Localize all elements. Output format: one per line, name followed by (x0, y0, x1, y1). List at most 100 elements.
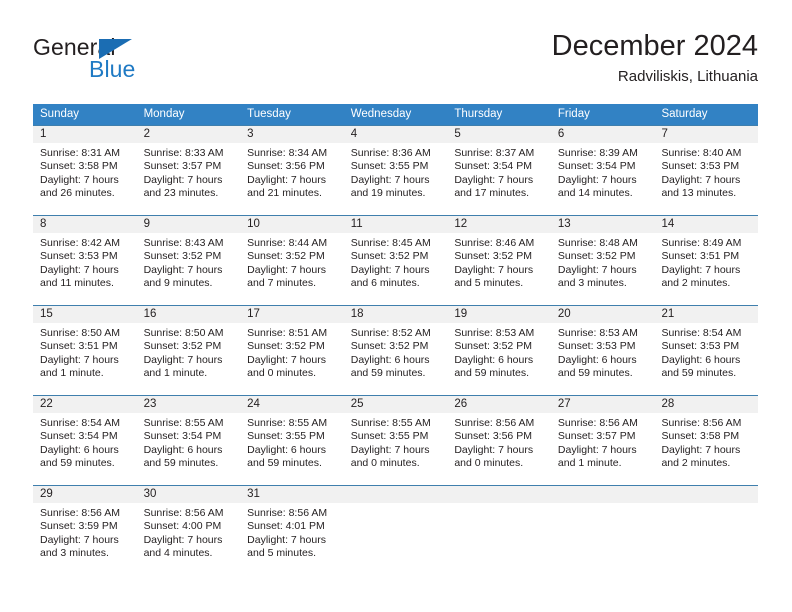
day-number[interactable]: 8 (33, 216, 137, 233)
day-number[interactable]: 23 (137, 396, 241, 413)
day-number[interactable]: 9 (137, 216, 241, 233)
day-number[interactable]: 18 (344, 306, 448, 323)
day-number[interactable]: 28 (654, 396, 758, 413)
weekday-header-saturday: Saturday (661, 108, 708, 120)
day-cell[interactable]: Sunrise: 8:50 AM Sunset: 3:52 PM Dayligh… (137, 323, 241, 395)
day-cell[interactable]: Sunrise: 8:42 AM Sunset: 3:53 PM Dayligh… (33, 233, 137, 305)
day-cell[interactable]: Sunrise: 8:44 AM Sunset: 3:52 PM Dayligh… (240, 233, 344, 305)
day-cell[interactable]: Sunrise: 8:55 AM Sunset: 3:55 PM Dayligh… (344, 413, 448, 485)
day-number[interactable]: 24 (240, 396, 344, 413)
sunset-text: Sunset: 3:52 PM (454, 340, 532, 353)
day-number[interactable]: 4 (344, 126, 448, 143)
day-cell[interactable]: Sunrise: 8:56 AM Sunset: 4:00 PM Dayligh… (137, 503, 241, 575)
sunset-text: Sunset: 3:52 PM (247, 250, 325, 263)
sunset-text: Sunset: 3:52 PM (143, 340, 222, 353)
day-number[interactable]: 20 (551, 306, 655, 323)
day-number[interactable]: 26 (447, 396, 551, 413)
daylight-text-line2: and 1 minute. (143, 366, 208, 379)
daylight-text-line1: Daylight: 6 hours (247, 443, 326, 456)
day-cell[interactable]: Sunrise: 8:56 AM Sunset: 4:01 PM Dayligh… (240, 503, 344, 575)
sunset-text: Sunset: 3:51 PM (40, 340, 118, 353)
daylight-text-line1: Daylight: 7 hours (247, 533, 326, 546)
day-cell[interactable]: Sunrise: 8:54 AM Sunset: 3:53 PM Dayligh… (654, 323, 758, 395)
calendar-page: General Blue December 2024 Radviliskis, … (0, 0, 792, 612)
day-cell[interactable]: Sunrise: 8:51 AM Sunset: 3:52 PM Dayligh… (240, 323, 344, 395)
day-number[interactable]: 1 (33, 126, 137, 143)
sunset-text: Sunset: 3:53 PM (557, 340, 636, 353)
day-number[interactable]: 15 (33, 306, 137, 323)
day-cell[interactable]: Sunrise: 8:56 AM Sunset: 3:58 PM Dayligh… (654, 413, 758, 485)
day-cell[interactable]: Sunrise: 8:56 AM Sunset: 3:57 PM Dayligh… (551, 413, 655, 485)
day-cell[interactable]: Sunrise: 8:54 AM Sunset: 3:54 PM Dayligh… (33, 413, 137, 485)
day-number[interactable]: 31 (240, 486, 344, 503)
day-number[interactable]: 30 (137, 486, 241, 503)
daylight-text-line2: and 1 minute. (40, 366, 104, 379)
day-number[interactable]: 27 (551, 396, 655, 413)
sunset-text: Sunset: 3:58 PM (40, 160, 118, 173)
daylight-text-line2: and 59 minutes. (557, 366, 633, 379)
day-number[interactable]: 7 (654, 126, 758, 143)
sunset-text: Sunset: 3:53 PM (40, 250, 118, 263)
daylight-text-line1: Daylight: 6 hours (557, 353, 637, 366)
sunset-text: Sunset: 3:52 PM (350, 250, 429, 263)
day-number[interactable]: 13 (551, 216, 655, 233)
day-cell[interactable]: Sunrise: 8:46 AM Sunset: 3:52 PM Dayligh… (447, 233, 551, 305)
day-number[interactable]: 21 (654, 306, 758, 323)
sunset-text: Sunset: 3:55 PM (350, 430, 429, 443)
sunrise-text: Sunrise: 8:51 AM (247, 327, 328, 339)
day-number[interactable]: 22 (33, 396, 137, 413)
day-cell[interactable]: Sunrise: 8:55 AM Sunset: 3:54 PM Dayligh… (137, 413, 241, 485)
day-number-strip: 8 9 10 11 12 13 14 (33, 216, 758, 233)
day-number[interactable]: 16 (137, 306, 241, 323)
day-cell[interactable]: Sunrise: 8:56 AM Sunset: 3:56 PM Dayligh… (447, 413, 551, 485)
day-cell[interactable]: Sunrise: 8:45 AM Sunset: 3:52 PM Dayligh… (344, 233, 448, 305)
day-cell[interactable]: Sunrise: 8:31 AM Sunset: 3:58 PM Dayligh… (33, 143, 137, 215)
sunrise-text: Sunrise: 8:42 AM (40, 237, 120, 249)
sunrise-text: Sunrise: 8:46 AM (454, 237, 535, 249)
sunrise-text: Sunrise: 8:55 AM (143, 417, 224, 429)
sunset-text: Sunset: 3:55 PM (350, 160, 429, 173)
weekday-header-row: Sunday Monday Tuesday Wednesday Thursday… (33, 104, 758, 125)
day-cell[interactable]: Sunrise: 8:34 AM Sunset: 3:56 PM Dayligh… (240, 143, 344, 215)
day-cell[interactable]: Sunrise: 8:50 AM Sunset: 3:51 PM Dayligh… (33, 323, 137, 395)
day-cell[interactable]: Sunrise: 8:37 AM Sunset: 3:54 PM Dayligh… (447, 143, 551, 215)
day-cell[interactable]: Sunrise: 8:48 AM Sunset: 3:52 PM Dayligh… (551, 233, 655, 305)
day-number[interactable]: 6 (551, 126, 655, 143)
day-cell[interactable]: Sunrise: 8:40 AM Sunset: 3:53 PM Dayligh… (654, 143, 758, 215)
sunrise-text: Sunrise: 8:34 AM (247, 147, 328, 159)
daylight-text-line1: Daylight: 7 hours (247, 353, 326, 366)
day-number[interactable]: 10 (240, 216, 344, 233)
sunset-text: Sunset: 3:54 PM (143, 430, 222, 443)
daylight-text-line1: Daylight: 7 hours (247, 173, 326, 186)
sunrise-text: Sunrise: 8:43 AM (143, 237, 224, 249)
sunset-text: Sunset: 3:56 PM (454, 430, 532, 443)
daylight-text-line1: Daylight: 7 hours (40, 533, 119, 546)
day-cell[interactable]: Sunrise: 8:36 AM Sunset: 3:55 PM Dayligh… (344, 143, 448, 215)
day-cell[interactable]: Sunrise: 8:53 AM Sunset: 3:53 PM Dayligh… (551, 323, 655, 395)
day-number[interactable]: 12 (447, 216, 551, 233)
day-cell[interactable]: Sunrise: 8:56 AM Sunset: 3:59 PM Dayligh… (33, 503, 137, 575)
general-blue-logo[interactable]: General Blue (33, 34, 253, 92)
day-number[interactable]: 14 (654, 216, 758, 233)
day-cell[interactable]: Sunrise: 8:39 AM Sunset: 3:54 PM Dayligh… (551, 143, 655, 215)
day-number[interactable]: 19 (447, 306, 551, 323)
sunset-text: Sunset: 4:01 PM (247, 520, 325, 533)
day-number[interactable]: 17 (240, 306, 344, 323)
sunset-text: Sunset: 3:51 PM (661, 250, 740, 263)
day-cell[interactable]: Sunrise: 8:33 AM Sunset: 3:57 PM Dayligh… (137, 143, 241, 215)
day-number[interactable]: 25 (344, 396, 448, 413)
day-number[interactable]: 3 (240, 126, 344, 143)
day-cell[interactable]: Sunrise: 8:43 AM Sunset: 3:52 PM Dayligh… (137, 233, 241, 305)
page-title: December 2024 (551, 30, 758, 62)
sunset-text: Sunset: 3:56 PM (247, 160, 325, 173)
title-block: December 2024 Radviliskis, Lithuania (552, 28, 758, 88)
daylight-text-line1: Daylight: 6 hours (661, 353, 741, 366)
day-number[interactable]: 2 (137, 126, 241, 143)
day-cell[interactable]: Sunrise: 8:55 AM Sunset: 3:55 PM Dayligh… (240, 413, 344, 485)
day-number[interactable]: 11 (344, 216, 448, 233)
day-cell[interactable]: Sunrise: 8:53 AM Sunset: 3:52 PM Dayligh… (447, 323, 551, 395)
day-cell[interactable]: Sunrise: 8:52 AM Sunset: 3:52 PM Dayligh… (344, 323, 448, 395)
day-number[interactable]: 29 (33, 486, 137, 503)
day-number[interactable]: 5 (447, 126, 551, 143)
day-cell[interactable]: Sunrise: 8:49 AM Sunset: 3:51 PM Dayligh… (654, 233, 758, 305)
